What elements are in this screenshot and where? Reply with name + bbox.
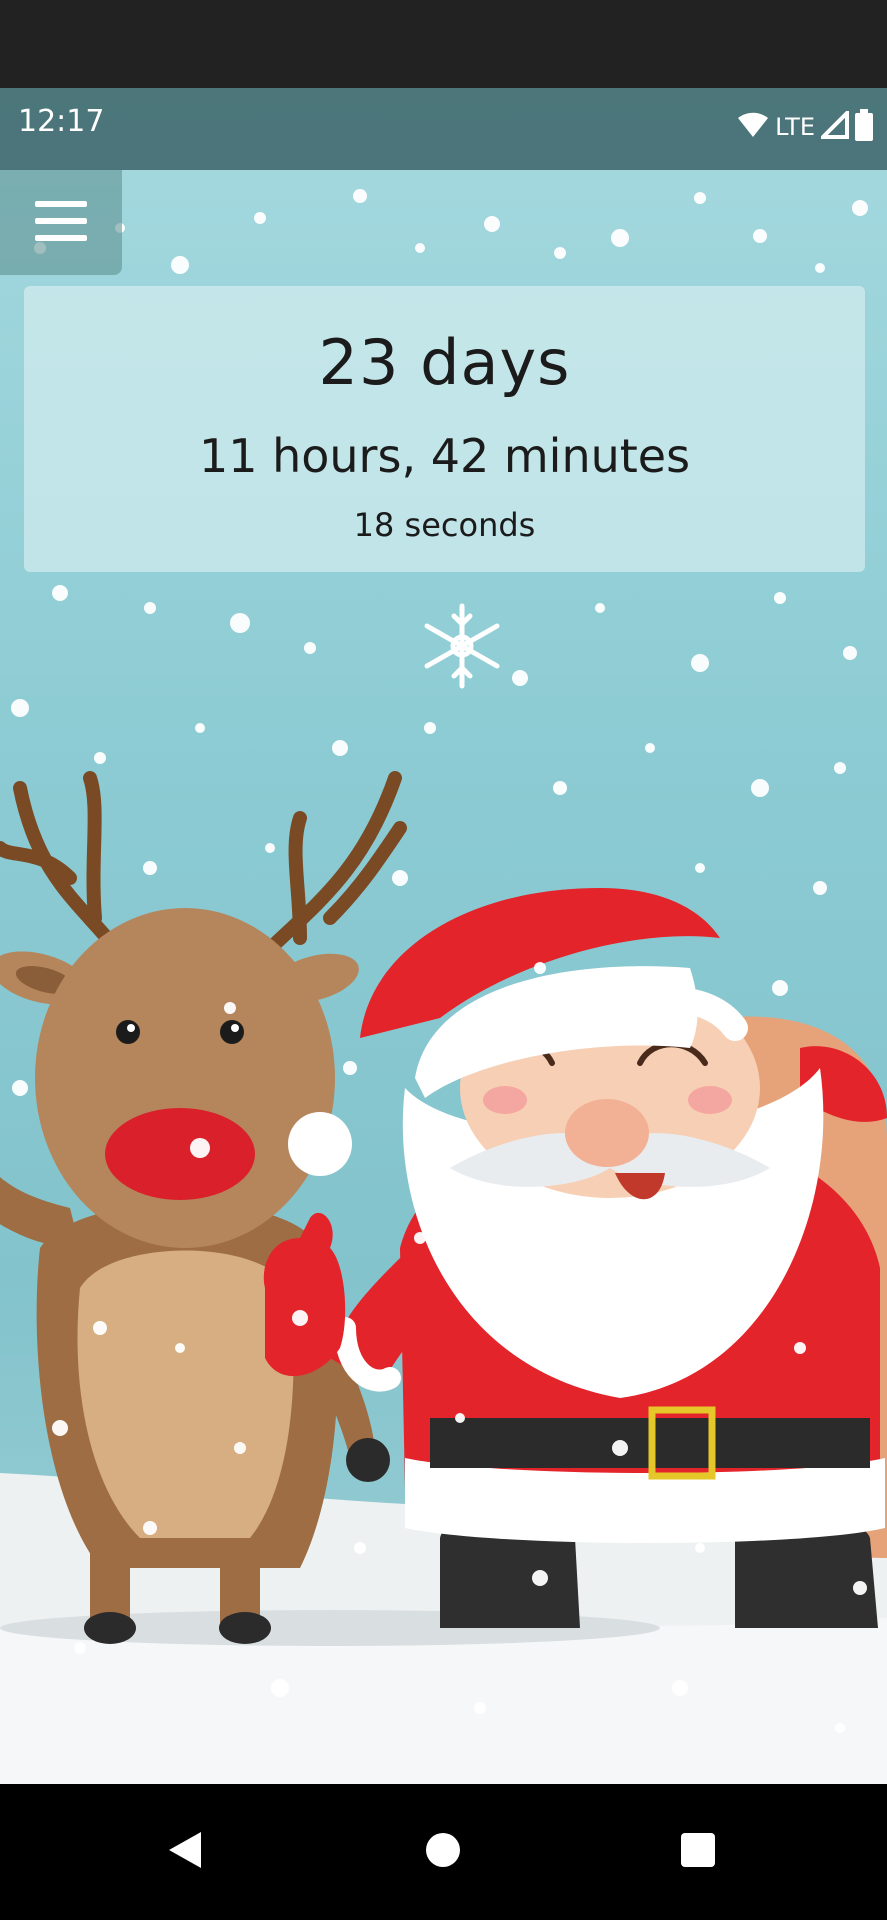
navigation-bar bbox=[0, 1784, 887, 1920]
snowflake bbox=[424, 603, 500, 689]
top-bezel bbox=[0, 0, 887, 88]
back-icon bbox=[167, 1830, 203, 1874]
countdown-days: 23 days bbox=[24, 326, 865, 399]
countdown-panel: 23 days 11 hours, 42 minutes 18 seconds bbox=[24, 286, 865, 572]
home-button[interactable] bbox=[405, 1814, 481, 1890]
seconds-value: 18 bbox=[353, 506, 395, 544]
status-icons: LTE bbox=[737, 102, 873, 152]
back-button[interactable] bbox=[147, 1814, 223, 1890]
days-value: 23 bbox=[318, 326, 400, 399]
home-icon bbox=[425, 1832, 461, 1872]
app-screen: 12:17 LTE 23 days 11 hours, 42 minutes 1… bbox=[0, 88, 887, 1784]
countdown-hours-minutes: 11 hours, 42 minutes bbox=[24, 429, 865, 483]
status-bar: 12:17 LTE bbox=[0, 88, 887, 170]
seconds-unit: seconds bbox=[404, 506, 536, 544]
hamburger-menu-icon bbox=[35, 199, 87, 247]
minutes-unit: minutes bbox=[503, 429, 691, 483]
battery-icon bbox=[855, 109, 873, 145]
network-type-label: LTE bbox=[775, 113, 815, 141]
minutes-value: 42 bbox=[430, 429, 490, 483]
recents-icon bbox=[680, 1832, 716, 1872]
days-unit: days bbox=[420, 326, 571, 399]
hours-value: 11 bbox=[198, 429, 258, 483]
signal-icon bbox=[818, 108, 849, 143]
recents-button[interactable] bbox=[660, 1814, 736, 1890]
wifi-icon bbox=[737, 111, 769, 143]
countdown-seconds: 18 seconds bbox=[24, 506, 865, 544]
menu-button[interactable] bbox=[0, 170, 122, 275]
status-time: 12:17 bbox=[18, 104, 105, 139]
hours-unit: hours, bbox=[272, 429, 417, 483]
